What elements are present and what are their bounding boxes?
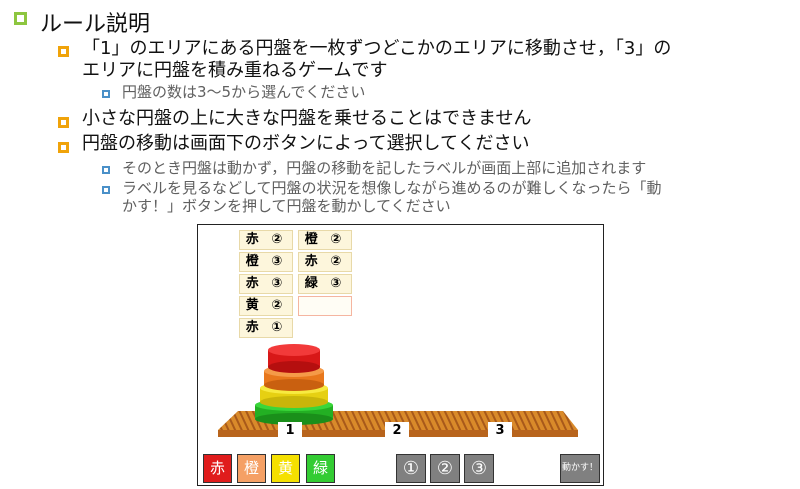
rule-item-3-sub1: そのとき円盤は動かず，円盤の移動を記したラベルが画面上部に追加されます	[122, 159, 647, 177]
area-button-1[interactable]: ①	[396, 454, 426, 483]
rule-item-1-line2: エリアに円盤を積み重ねるゲームです	[82, 60, 388, 81]
color-button-red[interactable]: 赤	[203, 454, 232, 483]
rule-item-3-sub2-line2: かす！」ボタンを押して円盤を動かしてください	[122, 197, 451, 215]
bullet-level3	[102, 186, 110, 194]
move-button[interactable]: 動かす！	[560, 454, 600, 483]
bullet-level2	[58, 142, 69, 153]
color-button-yellow[interactable]: 黄	[271, 454, 300, 483]
color-button-orange[interactable]: 橙	[237, 454, 266, 483]
rule-item-2: 小さな円盤の上に大きな円盤を乗せることはできません	[82, 108, 532, 129]
area-2-label: 2	[385, 422, 409, 440]
area-button-3[interactable]: ③	[464, 454, 494, 483]
color-button-green[interactable]: 緑	[306, 454, 335, 483]
bullet-level3	[102, 166, 110, 174]
rule-item-1-line1: 「1」のエリアにある円盤を一枚ずつどこかのエリアに移動させ，「3」の	[82, 38, 672, 59]
rule-item-1-sub: 円盤の数は3～5から選んでください	[122, 83, 366, 101]
disk-red	[268, 344, 320, 373]
bullet-level3	[102, 90, 110, 98]
bullet-level1	[14, 12, 27, 25]
rule-item-3-sub2-line1: ラベルを見るなどして円盤の状況を想像しながら進めるのが難しくなったら「動	[122, 179, 662, 197]
area-1-label: 1	[278, 422, 302, 440]
area-button-2[interactable]: ②	[430, 454, 460, 483]
bullet-level2	[58, 117, 69, 128]
area-3-label: 3	[488, 422, 512, 440]
game-board	[218, 344, 578, 437]
bullet-level2	[58, 46, 69, 57]
rule-item-3: 円盤の移動は画面下のボタンによって選択してください	[82, 133, 530, 154]
game-panel: 赤 ② 橙 ③ 赤 ③ 黄 ② 赤 ① 橙 ② 赤 ② 緑 ③ 1 2 3 赤 …	[197, 224, 604, 486]
rules-title: ルール説明	[40, 12, 151, 37]
